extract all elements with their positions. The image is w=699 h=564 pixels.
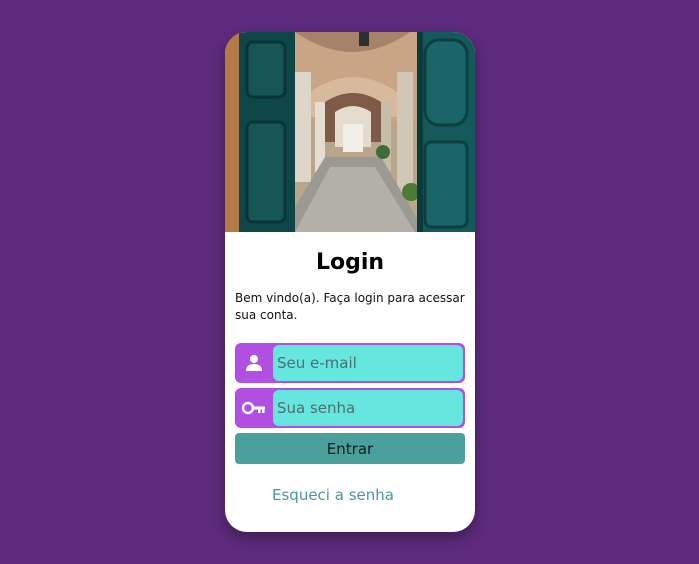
key-icon bbox=[235, 388, 273, 428]
forgot-password-link[interactable]: Esqueci a senha bbox=[272, 486, 394, 504]
welcome-text: Bem vindo(a). Faça login para acessar su… bbox=[235, 291, 465, 322]
hero-image bbox=[225, 32, 475, 232]
login-card: Login Bem vindo(a). Faça login para aces… bbox=[225, 32, 475, 532]
email-input[interactable] bbox=[273, 345, 463, 381]
user-icon bbox=[235, 343, 273, 383]
page-title: Login bbox=[315, 250, 385, 275]
password-input[interactable] bbox=[273, 390, 463, 426]
login-button[interactable]: Entrar bbox=[235, 433, 465, 464]
password-field[interactable] bbox=[235, 388, 465, 428]
email-field[interactable] bbox=[235, 343, 465, 383]
